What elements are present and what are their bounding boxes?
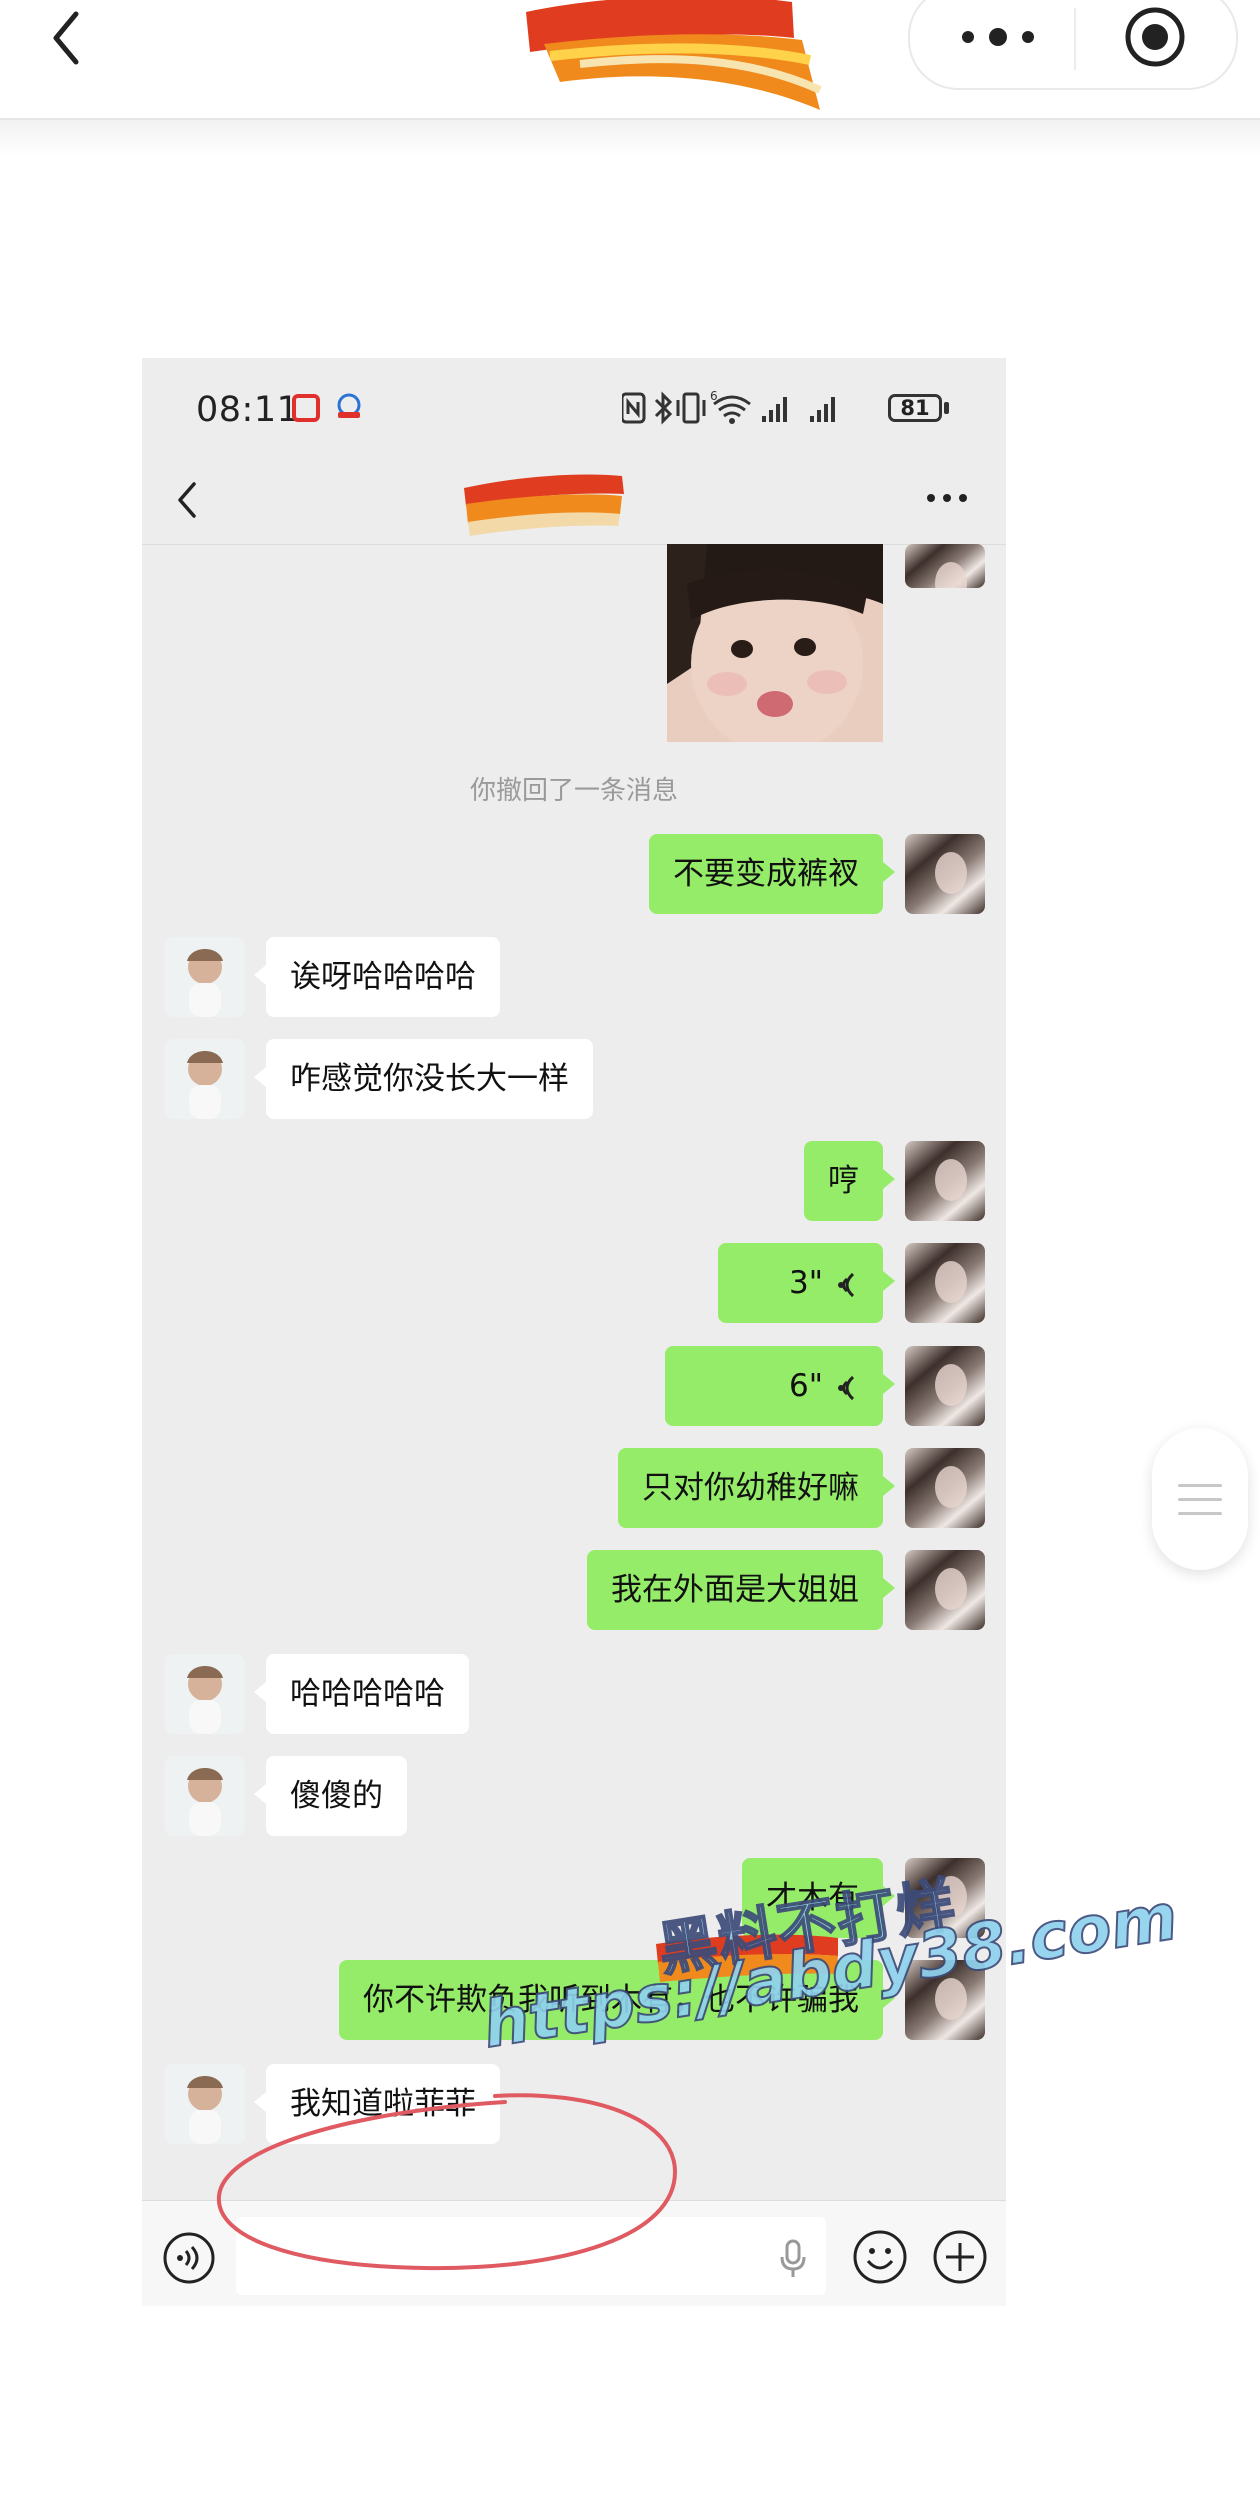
emoji-icon[interactable]	[852, 2229, 908, 2285]
avatar-self[interactable]	[905, 1448, 985, 1528]
battery-tip	[944, 402, 949, 414]
avatar-friend[interactable]	[165, 1654, 245, 1734]
avatar-self[interactable]	[905, 1550, 985, 1630]
message-bubble-friend[interactable]: 哈哈哈哈哈	[254, 1654, 469, 1734]
recall-notice: 你撤回了一条消息	[469, 776, 678, 806]
phone-status-bar: 08:11 6 81	[142, 358, 1006, 454]
voice-wave-icon	[838, 1272, 855, 1297]
floating-menu-handle[interactable]	[1152, 1428, 1248, 1570]
message-bubble-self[interactable]: 我在外面是大姐姐	[587, 1550, 895, 1630]
voice-wave-icon	[838, 1375, 855, 1400]
message-bubble-self[interactable]: 不要变成裤衩	[649, 834, 895, 914]
message-bubble-self[interactable]: 只对你幼稚好嘛	[618, 1448, 895, 1528]
handle-line	[1178, 1498, 1222, 1501]
avatar-self[interactable]	[905, 1346, 985, 1426]
avatar-friend[interactable]	[165, 1756, 245, 1836]
message-bubble-friend[interactable]: 诶呀哈哈哈哈	[254, 937, 500, 1017]
battery-indicator: 81	[888, 394, 942, 422]
handle-line	[1178, 1484, 1222, 1487]
voice-duration: 6"	[789, 1368, 823, 1404]
voice-message-bubble[interactable]: 6"	[665, 1346, 895, 1426]
censor-ribbon-decoration	[526, 0, 822, 111]
annotation-circle	[216, 2093, 678, 2271]
handle-line	[1178, 1512, 1222, 1515]
status-time: 08:11	[196, 390, 300, 430]
child-photo-image	[667, 544, 883, 742]
baby-avatar-image	[165, 937, 245, 1017]
mini-program-topbar	[0, 0, 1260, 120]
app-notification-icon	[337, 393, 361, 418]
baby-avatar-image	[165, 1654, 245, 1734]
plus-icon[interactable]	[932, 2229, 988, 2285]
more-dots-icon[interactable]	[960, 22, 1036, 52]
voice-message-bubble[interactable]: 3"	[718, 1243, 895, 1323]
capsule-divider	[1074, 8, 1076, 70]
chat-more-icon[interactable]	[926, 490, 968, 506]
svg-text:6: 6	[710, 389, 718, 403]
censored-name-ribbon	[464, 474, 624, 536]
avatar-self[interactable]	[905, 834, 985, 914]
baby-avatar-image	[165, 1039, 245, 1119]
avatar-self[interactable]	[905, 1243, 985, 1323]
notification-badge-icon	[292, 394, 320, 422]
message-bubble-friend[interactable]: 傻傻的	[254, 1756, 407, 1836]
capsule-menu	[908, 0, 1238, 90]
mic-icon[interactable]	[778, 2239, 808, 2279]
avatar-self[interactable]	[905, 544, 985, 588]
avatar-self[interactable]	[905, 1141, 985, 1221]
chat-back-icon[interactable]	[172, 478, 202, 522]
message-bubble-friend[interactable]: 咋感觉你没长大一样	[254, 1039, 593, 1119]
vibrate-icon	[676, 392, 706, 424]
voice-duration: 3"	[789, 1265, 823, 1301]
bluetooth-icon	[654, 391, 673, 425]
back-arrow-icon[interactable]	[40, 8, 100, 68]
close-target-icon[interactable]	[1122, 4, 1188, 70]
avatar-friend[interactable]	[165, 937, 245, 1017]
signal-icon	[762, 397, 787, 422]
nfc-icon	[622, 392, 646, 424]
photo-message[interactable]	[667, 544, 883, 742]
chat-header	[142, 454, 1006, 545]
topbar-shadow	[0, 120, 1260, 156]
baby-avatar-image	[165, 1756, 245, 1836]
signal-icon-2	[810, 397, 835, 422]
wifi-6-icon: 6	[710, 389, 751, 424]
avatar-friend[interactable]	[165, 1039, 245, 1119]
message-bubble-self[interactable]: 哼	[804, 1141, 895, 1221]
